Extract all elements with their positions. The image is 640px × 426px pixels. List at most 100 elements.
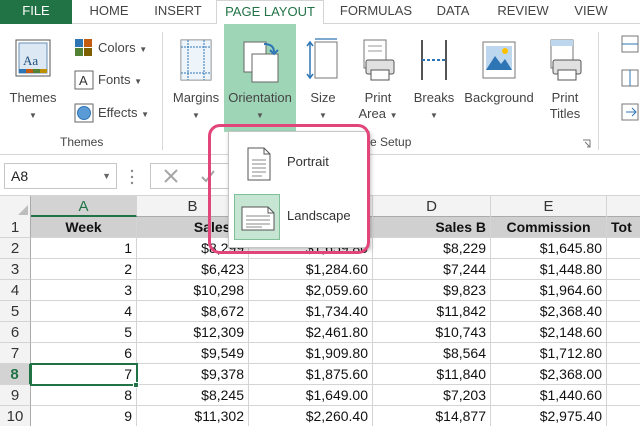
table-header-cell[interactable]: Tot — [607, 217, 640, 238]
enter-check-icon[interactable] — [200, 168, 216, 184]
table-cell[interactable] — [607, 259, 640, 280]
select-all-corner[interactable] — [0, 196, 31, 217]
table-cell[interactable]: $1,645.80 — [491, 238, 607, 259]
table-cell[interactable]: 4 — [31, 301, 137, 322]
row-header[interactable]: 7 — [0, 343, 31, 364]
tab-insert[interactable]: INSERT — [144, 0, 212, 24]
column-header-f[interactable] — [607, 196, 640, 217]
row-header[interactable]: 4 — [0, 280, 31, 301]
name-box[interactable]: A8 ▼ — [4, 163, 117, 189]
table-cell[interactable]: 6 — [31, 343, 137, 364]
colors-button[interactable]: Colors ▼ — [72, 38, 152, 60]
menu-item-portrait[interactable]: Portrait — [230, 140, 368, 186]
table-cell[interactable]: $1,875.60 — [249, 364, 373, 385]
chevron-down-icon[interactable]: ▼ — [102, 164, 111, 188]
table-cell[interactable]: $11,302 — [137, 406, 249, 426]
table-cell[interactable]: $1,712.80 — [491, 343, 607, 364]
row-header[interactable]: 6 — [0, 322, 31, 343]
size-button[interactable]: Size ▼ — [298, 24, 348, 132]
table-cell[interactable]: $9,378 — [137, 364, 249, 385]
breaks-button[interactable]: Breaks ▼ — [408, 24, 460, 132]
table-cell[interactable]: $2,148.60 — [491, 322, 607, 343]
tab-home[interactable]: HOME — [78, 0, 140, 24]
tab-view[interactable]: VIEW — [566, 0, 616, 24]
table-cell[interactable]: $7,203 — [373, 385, 491, 406]
table-cell[interactable]: $1,649.00 — [249, 385, 373, 406]
resize-dots-icon[interactable] — [130, 168, 134, 186]
tab-file[interactable]: FILE — [0, 0, 72, 24]
row-header[interactable]: 1 — [0, 217, 31, 238]
table-cell[interactable]: $2,368.40 — [491, 301, 607, 322]
column-header-e[interactable]: E — [491, 196, 607, 217]
table-cell[interactable]: $10,298 — [137, 280, 249, 301]
table-cell[interactable]: $8,672 — [137, 301, 249, 322]
table-cell[interactable]: $1,284.60 — [249, 259, 373, 280]
tab-formulas[interactable]: FORMULAS — [330, 0, 422, 24]
tab-data[interactable]: DATA — [428, 0, 478, 24]
menu-item-landscape[interactable]: Landscape — [230, 194, 368, 240]
page-setup-dialog-launcher-icon[interactable] — [582, 139, 591, 148]
table-cell[interactable]: 5 — [31, 322, 137, 343]
print-area-button[interactable]: Print Area ▼ — [350, 24, 406, 132]
tab-review[interactable]: REVIEW — [488, 0, 558, 24]
table-cell[interactable]: 7 — [31, 364, 137, 385]
table-header-cell[interactable]: Commission — [491, 217, 607, 238]
table-cell[interactable]: 9 — [31, 406, 137, 426]
fonts-button[interactable]: A Fonts ▼ — [72, 70, 152, 92]
table-cell[interactable]: $9,823 — [373, 280, 491, 301]
table-cell[interactable] — [607, 343, 640, 364]
column-header-d[interactable]: D — [373, 196, 491, 217]
table-cell[interactable]: $1,440.60 — [491, 385, 607, 406]
cancel-x-icon[interactable] — [163, 168, 179, 184]
table-cell[interactable]: $1,448.80 — [491, 259, 607, 280]
table-cell[interactable]: $2,368.00 — [491, 364, 607, 385]
table-cell[interactable]: $9,549 — [137, 343, 249, 364]
row-header[interactable]: 3 — [0, 259, 31, 280]
table-cell[interactable]: $8,245 — [137, 385, 249, 406]
table-cell[interactable] — [607, 364, 640, 385]
scale-to-fit-icons[interactable] — [618, 34, 640, 134]
table-cell[interactable]: $11,840 — [373, 364, 491, 385]
table-cell[interactable] — [607, 322, 640, 343]
table-cell[interactable]: $12,309 — [137, 322, 249, 343]
row-header-selected[interactable]: 8 — [0, 364, 31, 385]
tab-page-layout[interactable]: PAGE LAYOUT — [216, 0, 324, 25]
table-cell[interactable] — [607, 385, 640, 406]
table-cell[interactable]: $2,059.60 — [249, 280, 373, 301]
table-cell[interactable]: $1,734.40 — [249, 301, 373, 322]
table-cell[interactable] — [607, 280, 640, 301]
table-cell[interactable]: 8 — [31, 385, 137, 406]
fill-handle[interactable] — [133, 382, 139, 388]
table-cell[interactable]: $7,244 — [373, 259, 491, 280]
table-cell[interactable]: $14,877 — [373, 406, 491, 426]
table-cell[interactable] — [607, 238, 640, 259]
table-cell[interactable]: $2,975.40 — [491, 406, 607, 426]
table-header-cell[interactable]: Sales B — [373, 217, 491, 238]
margins-button[interactable]: Margins ▼ — [168, 24, 224, 132]
table-cell[interactable]: $2,461.80 — [249, 322, 373, 343]
table-header-cell[interactable]: Week — [31, 217, 137, 238]
themes-button[interactable]: Aa Themes ▼ — [4, 24, 62, 132]
table-cell[interactable]: $8,564 — [373, 343, 491, 364]
row-header[interactable]: 10 — [0, 406, 31, 426]
table-cell[interactable] — [607, 406, 640, 426]
orientation-button[interactable]: Orientation ▼ — [224, 24, 296, 132]
row-header[interactable]: 9 — [0, 385, 31, 406]
table-cell[interactable]: $6,423 — [137, 259, 249, 280]
effects-button[interactable]: Effects ▼ — [72, 103, 152, 125]
table-cell[interactable]: 3 — [31, 280, 137, 301]
table-cell[interactable]: $1,964.60 — [491, 280, 607, 301]
row-header[interactable]: 5 — [0, 301, 31, 322]
table-cell[interactable]: 2 — [31, 259, 137, 280]
background-button[interactable]: Background — [460, 24, 538, 132]
table-cell[interactable]: $2,260.40 — [249, 406, 373, 426]
table-cell[interactable]: $1,909.80 — [249, 343, 373, 364]
row-header[interactable]: 2 — [0, 238, 31, 259]
print-titles-button[interactable]: Print Titles — [538, 24, 592, 132]
column-header-a[interactable]: A — [31, 196, 137, 217]
table-cell[interactable]: $11,842 — [373, 301, 491, 322]
table-cell[interactable]: $10,743 — [373, 322, 491, 343]
table-cell[interactable] — [607, 301, 640, 322]
table-cell[interactable]: $8,229 — [373, 238, 491, 259]
table-cell[interactable]: 1 — [31, 238, 137, 259]
